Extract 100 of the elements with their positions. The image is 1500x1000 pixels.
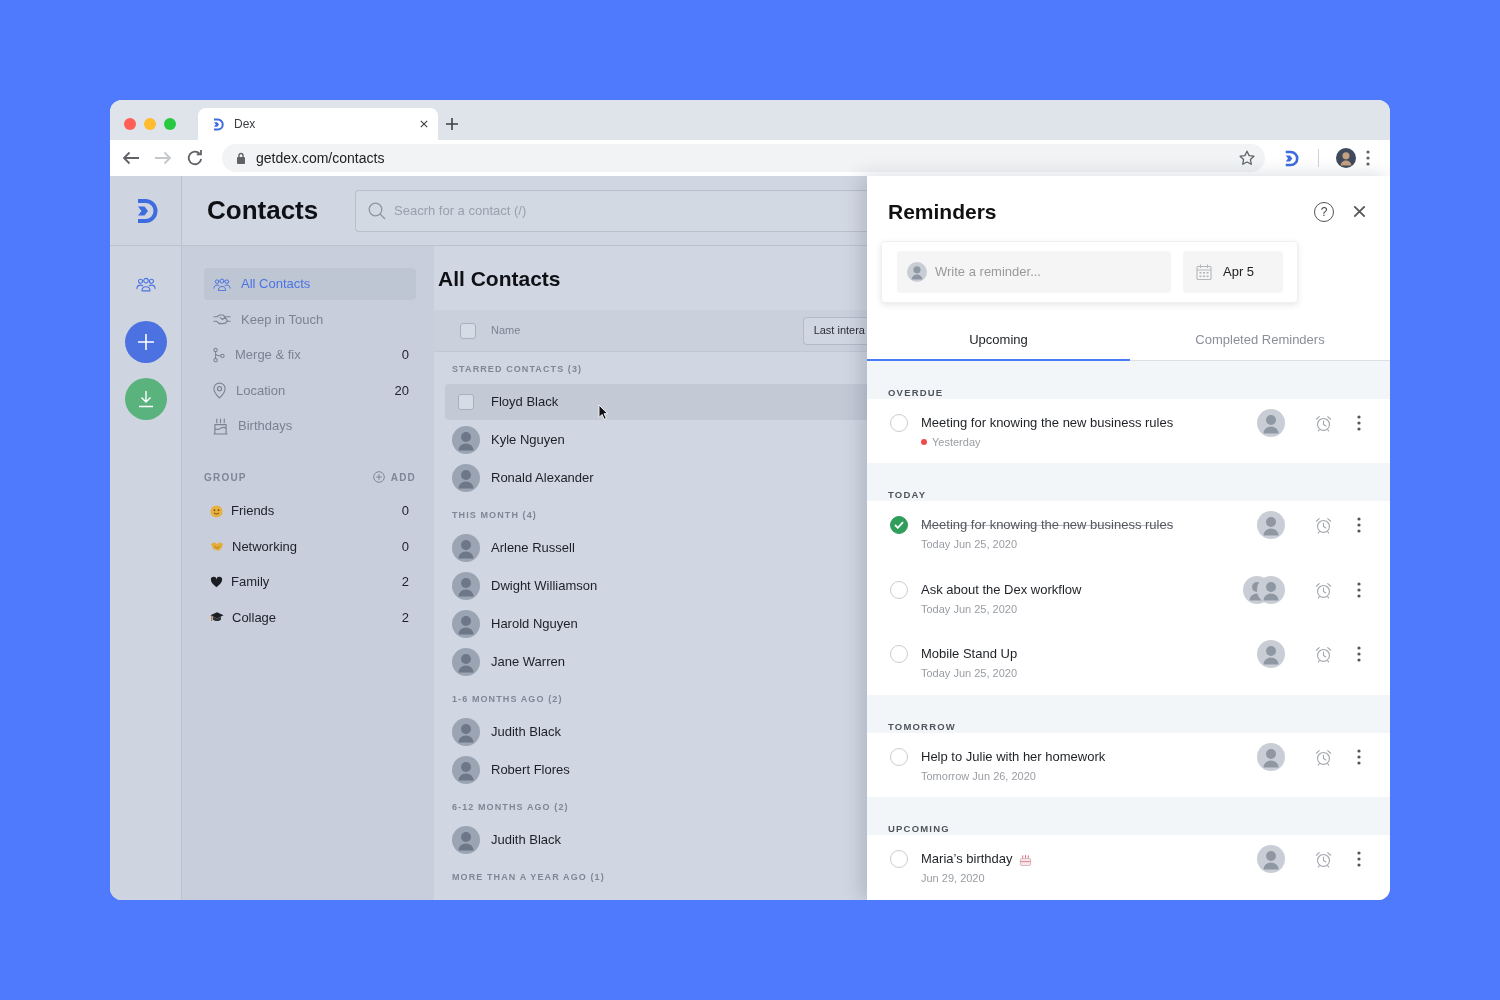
group-heading: STARRED CONTACTS (3) [452,363,583,376]
kebab-menu-icon[interactable] [1357,517,1361,534]
add-button[interactable] [124,321,167,363]
nav-item[interactable]: Merge & fix 0 [204,339,416,371]
lock-icon [236,152,246,164]
search-field[interactable]: Seacrh for a contact (/) [355,189,867,232]
alarm-clock-icon[interactable] [1315,646,1332,664]
checkbox[interactable] [458,394,474,410]
plus-circle-icon [372,471,385,483]
checkbox[interactable] [890,580,908,599]
group-heading: MORE THAN A YEAR AGO (1) [452,871,605,884]
contact-row[interactable]: Robert Flores [445,752,867,788]
group-item[interactable]: Family 2 [204,566,416,598]
reminder-date: Yesterday [932,434,981,450]
date-button[interactable]: Apr 5 [1183,250,1283,293]
checkbox[interactable] [890,516,908,535]
smiley-icon [210,504,223,518]
item-count: 0 [401,346,409,365]
close-window-button[interactable] [124,118,136,130]
group-heading: 1-6 MONTHS AGO (2) [452,693,563,706]
download-button[interactable] [124,378,167,420]
kebab-menu-icon[interactable] [1357,851,1361,868]
handshake-icon [210,541,224,552]
checkbox[interactable] [890,645,908,664]
item-count: 20 [394,381,409,400]
kebab-menu-icon[interactable] [1357,414,1361,431]
contact-row[interactable]: Harold Nguyen [445,606,867,642]
checkbox[interactable] [890,747,908,766]
contact-row[interactable]: Ronald Alexander [445,460,867,496]
avatar-icon [452,534,480,562]
contact-row[interactable]: Arlene Russell [445,530,867,566]
alarm-clock-icon[interactable] [1315,581,1332,599]
contact-row[interactable]: Judith Black [445,822,867,858]
section-heading: TODAY [888,489,927,502]
maximize-window-button[interactable] [164,118,176,130]
reminder-title: Ask about the Dex workflow [921,580,1082,599]
help-button[interactable]: ? [1314,201,1334,222]
branch-icon [213,347,225,363]
contact-row[interactable]: Floyd Black [445,384,867,420]
avatar-icon [1257,845,1285,874]
map-pin-icon [213,382,226,399]
reminder-date: Today Jun 25, 2020 [921,537,1018,553]
reminder-title: Help to Julie with her homework [921,747,1106,766]
kebab-menu-icon[interactable] [1357,748,1361,765]
checkbox[interactable] [460,322,476,339]
contact-row[interactable]: Jane Warren [445,644,867,680]
people-icon[interactable] [135,277,156,292]
avatar-icon [1257,408,1285,437]
item-count: 2 [401,573,409,592]
browser-tab[interactable]: Dex [198,108,438,140]
group-item[interactable]: Friends 0 [204,495,416,527]
kebab-menu-icon[interactable] [1357,581,1361,598]
tab[interactable]: Upcoming [867,318,1130,361]
star-icon[interactable] [1239,150,1255,166]
reminder-title: Mobile Stand Up [921,645,1018,664]
alarm-clock-icon[interactable] [1315,851,1332,869]
calendar-icon [1196,263,1212,280]
group-item[interactable]: Networking 0 [204,530,416,563]
avatar-icon [452,826,480,854]
reminder-date: Today Jun 25, 2020 [921,666,1018,682]
graduation-cap-icon [210,611,224,624]
avatar-icon[interactable] [1336,148,1356,168]
page-title: Contacts [207,194,320,227]
avatar-icon [452,464,480,492]
heart-icon [210,576,223,588]
reminder-title: Maria’s birthday [921,850,1013,869]
close-icon[interactable] [1353,205,1366,219]
address-bar[interactable]: getdex.com/contacts [222,144,1265,172]
cursor-icon [598,404,608,420]
plus-icon [136,333,155,351]
avatar-icon [452,718,480,746]
people-icon [213,277,231,291]
alarm-clock-icon[interactable] [1315,748,1332,766]
avatar-icon [1257,742,1285,771]
kebab-menu-icon[interactable] [1366,150,1370,166]
avatar-icon [452,426,480,454]
kebab-menu-icon[interactable] [1357,646,1361,663]
checkbox[interactable] [890,850,908,869]
reminder-input[interactable]: Write a reminder... [897,250,1171,293]
dex-logo-icon[interactable] [1283,149,1299,167]
contact-row[interactable]: Kyle Nguyen [445,422,867,458]
group-heading: GROUP [204,470,247,485]
reminder-date: Today Jun 25, 2020 [921,601,1018,617]
search-icon [368,201,386,220]
section-heading: TOMORROW [888,720,956,733]
avatar-icon [452,572,480,600]
checkbox[interactable] [890,413,908,432]
column-header: Name [491,323,521,339]
contact-row[interactable]: Judith Black [445,714,867,750]
alarm-clock-icon[interactable] [1315,517,1332,535]
close-icon[interactable] [420,120,428,128]
contact-row[interactable]: Dwight Williamson [445,568,867,604]
group-item[interactable]: Collage 2 [204,601,416,634]
sort-button[interactable]: Last intera [802,316,867,345]
avatar-icon [1257,575,1285,604]
alarm-clock-icon[interactable] [1315,414,1332,432]
nav-item[interactable]: Location 20 [204,374,416,407]
plus-icon[interactable] [446,118,458,130]
download-icon [136,390,155,408]
group-heading: 6-12 MONTHS AGO (2) [452,801,569,814]
